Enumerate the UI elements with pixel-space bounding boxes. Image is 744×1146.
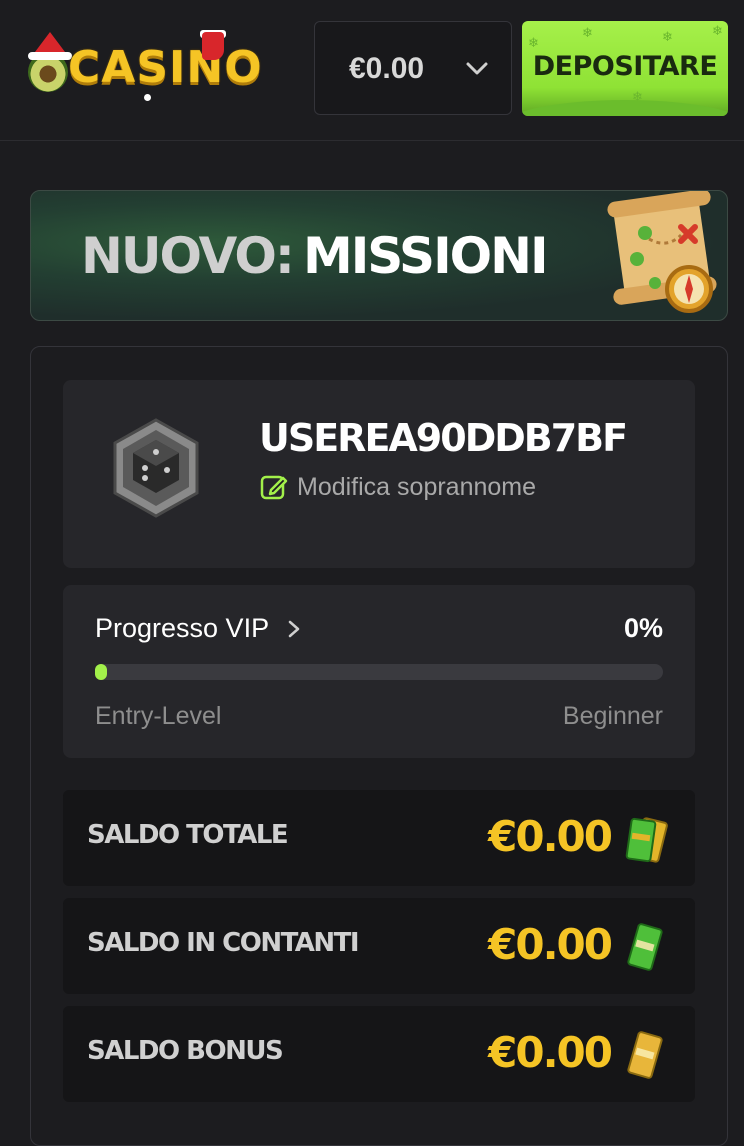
- vip-current-level: Entry-Level: [95, 702, 222, 730]
- deposit-label: DEPOSITARE: [532, 51, 718, 82]
- stocking-icon: [202, 32, 224, 60]
- balance-row-bonus: SALDO BONUS €0.00: [63, 1006, 695, 1102]
- balance-value: €0.00: [488, 1028, 613, 1077]
- vip-progress-bar: [95, 664, 663, 680]
- snowflake-icon: ❄: [582, 25, 593, 40]
- vip-progress-card: Progresso VIP 0% Entry-Level Beginner: [63, 585, 695, 758]
- username: USEREA90DDB7BF: [259, 416, 628, 460]
- dice-badge-avatar: [113, 418, 199, 518]
- deposit-button[interactable]: ❄ ❄ ❄ ❄ ❄ DEPOSITARE: [522, 21, 728, 116]
- vip-progress-fill: [95, 664, 107, 680]
- missions-banner[interactable]: NUOVO: MISSIONI: [30, 190, 728, 321]
- balance-label: SALDO BONUS: [87, 1036, 284, 1066]
- banner-title-main: MISSIONI: [302, 227, 549, 285]
- bonus-bill-icon: [627, 1031, 663, 1079]
- vip-percent: 0%: [623, 613, 663, 643]
- balance-label: SALDO IN CONTANTI: [87, 928, 360, 958]
- balance-dropdown[interactable]: €0.00: [314, 21, 512, 115]
- cash-bill-icon: [627, 923, 663, 971]
- balance-row-total: SALDO TOTALE €0.00: [63, 790, 695, 886]
- edit-icon: [260, 475, 288, 500]
- treasure-map-icon: [607, 191, 717, 313]
- balance-value: €0.00: [488, 920, 613, 969]
- snowflake-icon: ❄: [662, 29, 673, 44]
- header-balance: €0.00: [349, 52, 425, 85]
- snowflake-icon: ❄: [528, 35, 539, 50]
- balance-row-cash: SALDO IN CONTANTI €0.00: [63, 898, 695, 994]
- profile-card: USEREA90DDB7BF Modifica soprannome: [63, 380, 695, 568]
- vip-title: Progresso VIP: [95, 613, 270, 643]
- snow-hill: [522, 100, 728, 116]
- edit-nickname-link[interactable]: Modifica soprannome: [259, 472, 536, 502]
- vip-progress-link[interactable]: Progresso VIP: [95, 613, 303, 644]
- vip-next-level: Beginner: [562, 702, 663, 730]
- snow-dot: [144, 94, 151, 101]
- santa-hat-brim: [28, 52, 72, 60]
- chevron-down-icon: [466, 62, 488, 75]
- edit-nickname-label: Modifica soprannome: [297, 472, 537, 501]
- logo-text: CASINO: [68, 42, 263, 93]
- balance-label: SALDO TOTALE: [87, 820, 289, 850]
- banner-title-prefix: NUOVO:: [81, 227, 295, 285]
- banner-title: NUOVO: MISSIONI: [81, 227, 549, 285]
- chevron-right-icon: [288, 620, 300, 637]
- money-stack-mixed-icon: [625, 817, 668, 863]
- top-header: CASINO €0.00 ❄ ❄ ❄ ❄ ❄ DEPOSITARE: [0, 0, 744, 141]
- balance-value: €0.00: [488, 812, 613, 861]
- casino-logo[interactable]: CASINO: [24, 30, 264, 112]
- snowflake-icon: ❄: [712, 23, 723, 38]
